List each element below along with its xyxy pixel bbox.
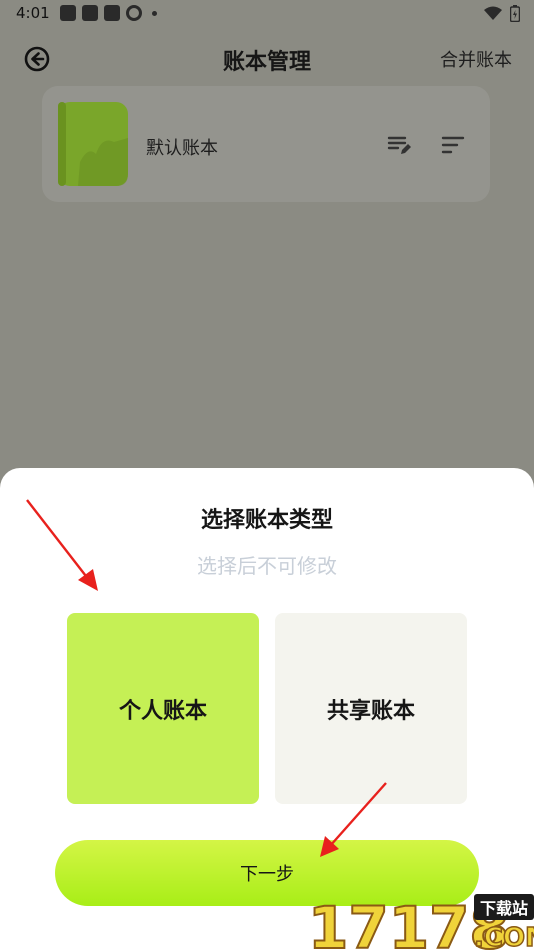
notification-icon	[60, 5, 76, 21]
sort-button[interactable]	[440, 132, 466, 158]
notification-icons	[60, 5, 157, 21]
account-card[interactable]: 默认账本	[42, 86, 490, 202]
sheet-title: 选择账本类型	[200, 508, 333, 533]
next-step-label: 下一步	[240, 864, 294, 885]
personal-account-option[interactable]: 个人账本	[67, 613, 259, 804]
more-notifications-icon	[152, 10, 157, 16]
battery-icon	[510, 5, 520, 22]
edit-list-icon	[387, 136, 411, 154]
notification-icon	[82, 5, 98, 21]
system-icons	[484, 5, 520, 22]
account-type-sheet: 选择账本类型 选择后不可修改 个人账本 共享账本 下一步	[0, 468, 534, 950]
book-cover-icon	[58, 102, 128, 186]
option-label: 共享账本	[326, 698, 415, 724]
option-label: 个人账本	[118, 698, 207, 724]
account-name: 默认账本	[146, 138, 218, 159]
screen: 4:01 账本管理 合并账本 默认账本 选择账本类型 选择后不可修改 个人账本 …	[0, 0, 534, 950]
edit-account-button[interactable]	[386, 132, 412, 158]
notification-icon	[104, 5, 120, 21]
status-bar: 4:01	[0, 0, 534, 28]
status-time: 4:01	[16, 4, 50, 22]
watermark: 17178 .COM 下载站	[306, 880, 534, 950]
wifi-icon	[484, 6, 502, 20]
shared-account-option[interactable]: 共享账本	[275, 613, 467, 804]
sort-icon	[441, 136, 465, 154]
watermark-tag: 下载站	[474, 894, 534, 920]
sync-icon	[126, 5, 142, 21]
svg-text:.COM: .COM	[474, 923, 534, 950]
sheet-subtitle: 选择后不可修改	[197, 554, 337, 578]
merge-accounts-button[interactable]: 合并账本	[440, 46, 512, 72]
header: 账本管理 合并账本	[0, 30, 534, 86]
